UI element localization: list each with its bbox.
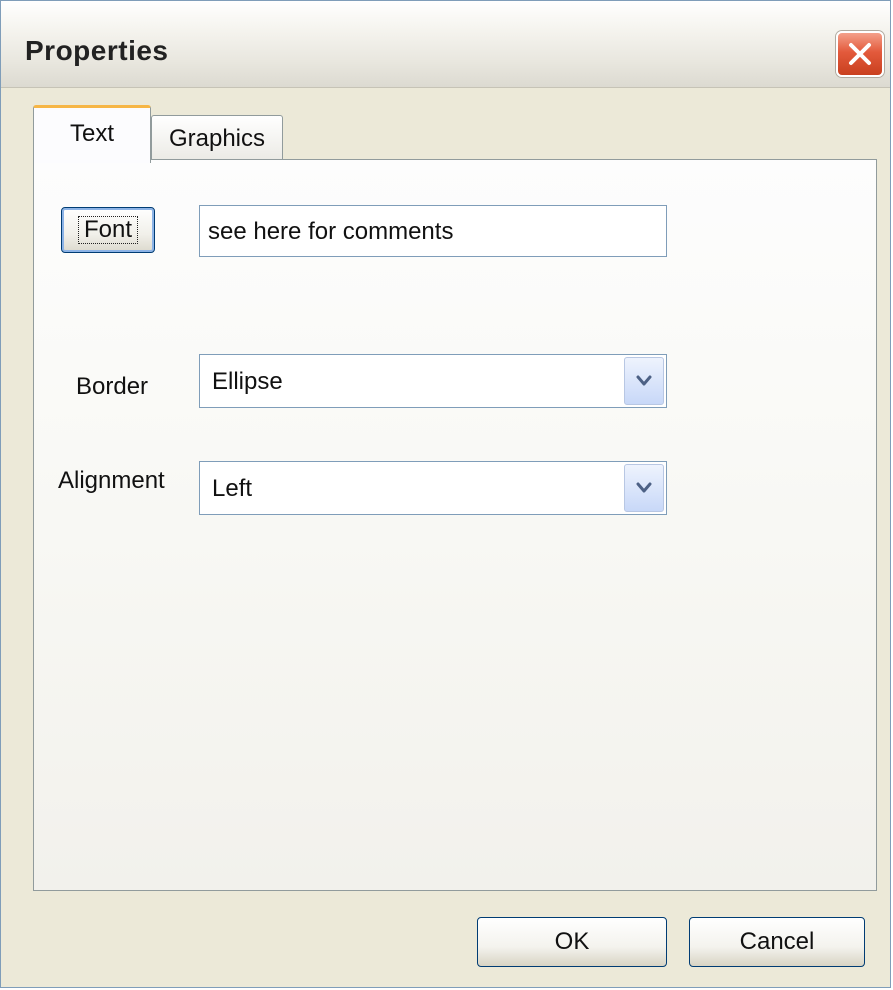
alignment-label: Alignment — [58, 467, 165, 494]
tab-panel-text — [33, 159, 877, 891]
close-icon — [849, 43, 871, 65]
tab-graphics[interactable]: Graphics — [151, 115, 283, 159]
alignment-dropdown-button[interactable] — [624, 464, 664, 512]
chevron-down-icon — [636, 375, 652, 386]
font-button[interactable]: Font — [61, 207, 155, 253]
border-select[interactable]: Ellipse — [199, 354, 667, 408]
cancel-button[interactable]: Cancel — [689, 917, 865, 967]
ok-button[interactable]: OK — [477, 917, 667, 967]
chevron-down-icon — [636, 482, 652, 493]
border-label: Border — [76, 373, 149, 400]
window-title: Properties — [25, 35, 169, 66]
border-dropdown-button[interactable] — [624, 357, 664, 405]
tab-text[interactable]: Text — [33, 105, 151, 163]
properties-dialog: Properties Text Graphics Font see here f… — [0, 0, 891, 988]
alignment-select-value: Left — [212, 475, 253, 502]
font-button-label: Font — [77, 216, 139, 244]
alignment-select[interactable]: Left — [199, 461, 667, 515]
close-button[interactable] — [836, 31, 884, 77]
comment-text-field[interactable]: see here for comments — [199, 205, 667, 257]
title-bar[interactable]: Properties — [1, 1, 890, 88]
border-select-value: Ellipse — [212, 368, 283, 395]
